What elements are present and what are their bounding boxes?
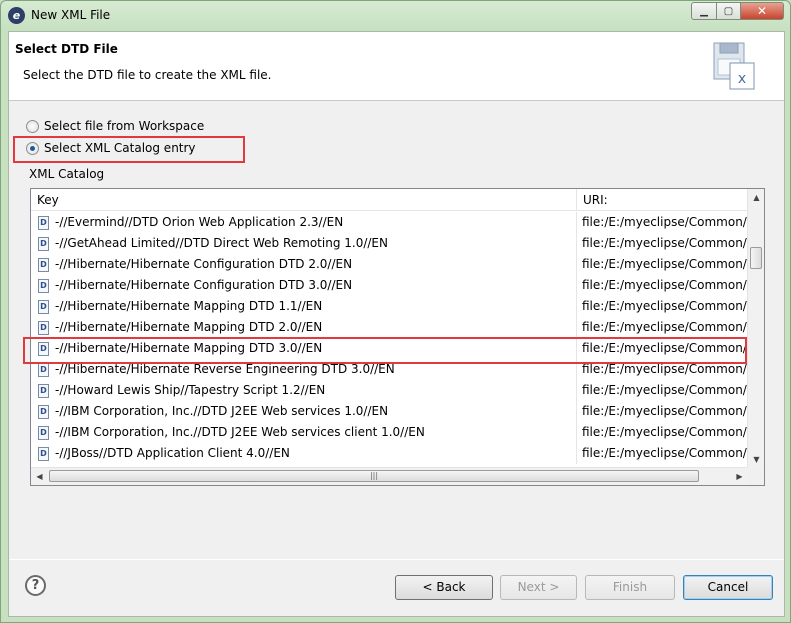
dtd-file-icon: D bbox=[38, 299, 49, 314]
row-uri: file:/E:/myeclipse/Common/p bbox=[582, 446, 748, 460]
row-uri: file:/E:/myeclipse/Common/p bbox=[582, 236, 748, 250]
scroll-right-arrow-icon[interactable]: ▶ bbox=[731, 468, 748, 485]
workspace-option-label: Select file from Workspace bbox=[44, 119, 205, 133]
table-row[interactable]: D -//Howard Lewis Ship//Tapestry Script 1… bbox=[31, 380, 748, 401]
row-uri: file:/E:/myeclipse/Common/p bbox=[582, 320, 748, 334]
vertical-scrollbar[interactable]: ▲ ▼ bbox=[747, 189, 764, 468]
xml-catalog-label: XML Catalog bbox=[29, 167, 105, 181]
finish-button[interactable]: Finish bbox=[585, 575, 675, 600]
horizontal-scrollbar[interactable]: ◀ ||| ▶ bbox=[31, 467, 748, 485]
minimize-button[interactable]: ▁ bbox=[691, 2, 717, 20]
catalog-option-highlight bbox=[13, 136, 245, 163]
next-button[interactable]: Next > bbox=[500, 575, 577, 600]
dialog-body: Select DTD File Select the DTD file to c… bbox=[8, 31, 785, 617]
dtd-file-icon: D bbox=[38, 383, 49, 398]
wizard-header: Select DTD File Select the DTD file to c… bbox=[9, 32, 784, 101]
table-row[interactable]: D -//IBM Corporation, Inc.//DTD J2EE Web … bbox=[31, 401, 748, 422]
row-key: -//Hibernate/Hibernate Mapping DTD 2.0//… bbox=[55, 320, 323, 334]
maximize-button[interactable]: ▢ bbox=[717, 2, 741, 20]
window-controls: ▁ ▢ ✕ bbox=[691, 2, 784, 20]
key-column-header[interactable]: Key bbox=[31, 189, 577, 211]
dtd-file-icon: D bbox=[38, 278, 49, 293]
window-title: New XML File bbox=[31, 8, 111, 22]
dtd-file-icon: D bbox=[38, 446, 49, 461]
row-key: -//JBoss//DTD Application Client 4.0//EN bbox=[55, 446, 290, 460]
selected-row-highlight bbox=[23, 337, 747, 364]
row-uri: file:/E:/myeclipse/Common/p bbox=[582, 257, 748, 271]
table-header: Key URI: bbox=[31, 189, 748, 211]
uri-column-header[interactable]: URI: bbox=[577, 189, 748, 211]
row-key: -//Hibernate/Hibernate Mapping DTD 1.1//… bbox=[55, 299, 323, 313]
page-title: Select DTD File bbox=[15, 42, 118, 56]
horizontal-scroll-thumb[interactable]: ||| bbox=[49, 470, 699, 482]
scroll-up-arrow-icon[interactable]: ▲ bbox=[748, 189, 764, 206]
dtd-file-icon: D bbox=[38, 425, 49, 440]
row-uri: file:/E:/myeclipse/Common/p bbox=[582, 425, 748, 439]
table-row[interactable]: D -//GetAhead Limited//DTD Direct Web Rem… bbox=[31, 233, 748, 254]
row-uri: file:/E:/myeclipse/Common/p bbox=[582, 278, 748, 292]
scroll-corner bbox=[747, 467, 764, 485]
row-key: -//GetAhead Limited//DTD Direct Web Remo… bbox=[55, 236, 388, 250]
xml-file-wizard-icon: x bbox=[713, 42, 755, 90]
table-row[interactable]: D -//IBM Corporation, Inc.//DTD J2EE Web … bbox=[31, 422, 748, 443]
scroll-down-arrow-icon[interactable]: ▼ bbox=[748, 451, 764, 468]
workspace-radio[interactable] bbox=[26, 119, 39, 133]
dtd-file-icon: D bbox=[38, 236, 49, 251]
button-bar-separator bbox=[9, 559, 784, 560]
back-button[interactable]: < Back bbox=[395, 575, 493, 600]
help-icon[interactable]: ? bbox=[25, 575, 46, 596]
row-key: -//Hibernate/Hibernate Configuration DTD… bbox=[55, 278, 353, 292]
table-row[interactable]: D -//Hibernate/Hibernate Mapping DTD 1.1/… bbox=[31, 296, 748, 317]
dtd-file-icon: D bbox=[38, 404, 49, 419]
svg-text:x: x bbox=[738, 71, 746, 87]
row-uri: file:/E:/myeclipse/Common/p bbox=[582, 299, 748, 313]
table-row[interactable]: D -//JBoss//DTD Application Client 4.0//E… bbox=[31, 443, 748, 464]
row-key: -//Evermind//DTD Orion Web Application 2… bbox=[55, 215, 344, 229]
dtd-file-icon: D bbox=[38, 362, 49, 377]
new-xml-file-window: e New XML File ▁ ▢ ✕ Select DTD File Sel… bbox=[0, 0, 791, 623]
row-uri: file:/E:/myeclipse/Common/p bbox=[582, 215, 748, 229]
cancel-button[interactable]: Cancel bbox=[683, 575, 773, 600]
table-row[interactable]: D -//Hibernate/Hibernate Configuration DT… bbox=[31, 275, 748, 296]
row-key: -//IBM Corporation, Inc.//DTD J2EE Web s… bbox=[55, 425, 425, 439]
close-button[interactable]: ✕ bbox=[741, 2, 784, 20]
row-key: -//Hibernate/Hibernate Configuration DTD… bbox=[55, 257, 353, 271]
title-bar[interactable]: e New XML File ▁ ▢ ✕ bbox=[1, 1, 790, 31]
vertical-scroll-thumb[interactable] bbox=[750, 247, 762, 269]
page-description: Select the DTD file to create the XML fi… bbox=[23, 68, 272, 82]
row-uri: file:/E:/myeclipse/Common/p bbox=[582, 383, 748, 397]
workspace-option[interactable]: Select file from Workspace bbox=[26, 119, 204, 133]
dtd-file-icon: D bbox=[38, 257, 49, 272]
row-key: -//Howard Lewis Ship//Tapestry Script 1.… bbox=[55, 383, 326, 397]
row-key: -//IBM Corporation, Inc.//DTD J2EE Web s… bbox=[55, 404, 389, 418]
row-uri: file:/E:/myeclipse/Common/p bbox=[582, 404, 748, 418]
dtd-file-icon: D bbox=[38, 215, 49, 230]
table-row[interactable]: D -//Evermind//DTD Orion Web Application … bbox=[31, 212, 748, 233]
eclipse-icon: e bbox=[8, 7, 25, 24]
table-row[interactable]: D -//Hibernate/Hibernate Configuration DT… bbox=[31, 254, 748, 275]
dtd-file-icon: D bbox=[38, 320, 49, 335]
table-row[interactable]: D -//Hibernate/Hibernate Mapping DTD 2.0/… bbox=[31, 317, 748, 338]
scroll-left-arrow-icon[interactable]: ◀ bbox=[31, 468, 48, 485]
